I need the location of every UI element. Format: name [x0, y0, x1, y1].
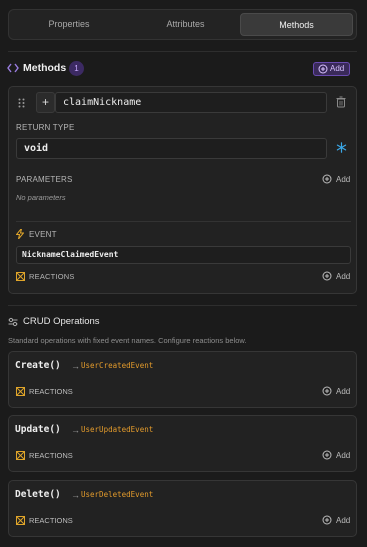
sliders-icon [8, 317, 18, 327]
add-method-button[interactable]: Add [313, 62, 350, 76]
plus-circle-icon [322, 386, 332, 396]
tab-attributes[interactable]: Attributes [128, 13, 243, 36]
tab-methods[interactable]: Methods [240, 13, 353, 36]
reactions-label: REACTIONS [29, 516, 73, 525]
tab-bar: Properties Attributes Methods [8, 9, 357, 40]
reactions-icon [16, 451, 25, 460]
methods-title: Methods [23, 62, 67, 74]
event-label: EVENT [29, 230, 57, 239]
parameters-label: PARAMETERS [16, 175, 73, 184]
plus-circle-icon [322, 515, 332, 525]
lightning-icon [16, 229, 24, 239]
reactions-icon [16, 387, 25, 396]
crud-event-name: UserDeletedEvent [81, 490, 154, 499]
add-method-label: Add [330, 64, 345, 73]
return-type-label: RETURN TYPE [16, 123, 75, 132]
reactions-label: REACTIONS [29, 272, 75, 281]
reactions-icon [16, 272, 25, 281]
crud-operation-name: Update() [15, 424, 61, 435]
event-name-input[interactable]: NicknameClaimedEvent [16, 246, 351, 264]
add-reaction-label: Add [336, 387, 351, 396]
divider [8, 305, 357, 306]
methods-header: Methods 1 Add [7, 61, 357, 77]
arrow-right-icon: → [71, 425, 80, 435]
reactions-label: REACTIONS [29, 387, 73, 396]
add-reaction-button[interactable]: Add [322, 386, 352, 398]
plus-circle-icon [322, 174, 332, 184]
divider [16, 221, 351, 222]
tab-properties[interactable]: Properties [14, 13, 124, 36]
trash-icon[interactable] [336, 96, 346, 108]
method-name-input[interactable]: claimNickname [55, 92, 327, 113]
add-parameter-button[interactable]: Add [322, 174, 352, 186]
add-reaction-button[interactable]: Add [322, 271, 352, 283]
plus-circle-icon [318, 64, 328, 74]
return-type-select[interactable]: void [16, 138, 327, 159]
add-reaction-label: Add [336, 451, 351, 460]
crud-operation-name: Create() [15, 360, 61, 371]
no-parameters-text: No parameters [16, 193, 66, 202]
crud-card-create: Create() → UserCreatedEvent REACTIONS Ad… [8, 351, 357, 408]
crud-event-name: UserCreatedEvent [81, 361, 154, 370]
method-visibility-button[interactable]: + [36, 92, 55, 113]
reactions-label: REACTIONS [29, 451, 73, 460]
add-reaction-button[interactable]: Add [322, 450, 352, 462]
methods-count-badge: 1 [69, 61, 84, 76]
drag-handle-icon[interactable] [18, 98, 25, 108]
crud-card-delete: Delete() → UserDeletedEvent REACTIONS Ad… [8, 480, 357, 537]
crud-card-update: Update() → UserUpdatedEvent REACTIONS Ad… [8, 415, 357, 472]
plus-circle-icon [322, 271, 332, 281]
add-reaction-label: Add [336, 516, 351, 525]
crud-title: CRUD Operations [23, 316, 100, 327]
reactions-icon [16, 516, 25, 525]
crud-event-name: UserUpdatedEvent [81, 425, 154, 434]
code-icon [7, 63, 19, 73]
add-reaction-label: Add [336, 272, 351, 281]
method-card: + claimNickname RETURN TYPE void PARAMET… [8, 86, 357, 294]
divider [8, 51, 357, 52]
add-parameter-label: Add [336, 175, 351, 184]
plus-circle-icon [322, 450, 332, 460]
crud-description: Standard operations with fixed event nam… [8, 336, 247, 345]
add-reaction-button[interactable]: Add [322, 515, 352, 527]
arrow-right-icon: → [71, 361, 80, 371]
arrow-right-icon: → [71, 490, 80, 500]
snowflake-icon[interactable] [336, 142, 347, 153]
crud-operation-name: Delete() [15, 489, 61, 500]
